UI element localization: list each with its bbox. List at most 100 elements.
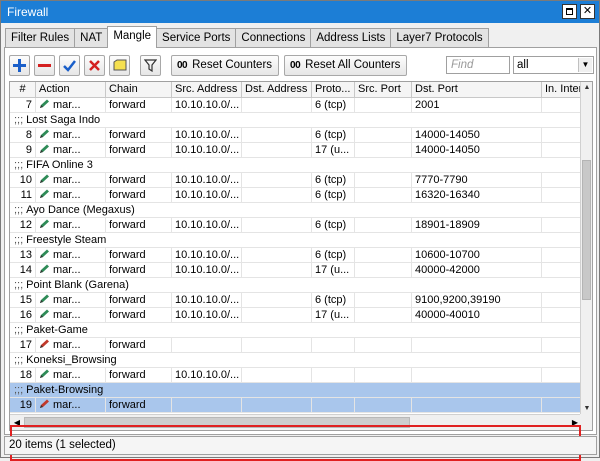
table-row[interactable]: 15 mar... forward 10.10.10.0/... 6 (tcp) 9100… (10, 293, 582, 308)
check-icon (63, 59, 76, 72)
col-action-cell: mar... (36, 398, 106, 413)
col-src-port-cell (355, 173, 412, 188)
col-action-cell: mar... (36, 188, 106, 203)
tab-filter-rules[interactable]: Filter Rules (5, 28, 76, 48)
table-row[interactable]: 8 mar... forward 10.10.10.0/... 6 (tcp) 14000… (10, 128, 582, 143)
tab-service-ports[interactable]: Service Ports (156, 28, 237, 48)
col-number-cell: 16 (10, 308, 36, 323)
col-in-interface-header[interactable]: In. Inter... (542, 82, 582, 98)
comment-row[interactable]: ;;; Point Blank (Garena) (10, 278, 582, 293)
note-icon (113, 59, 126, 71)
col-protocol-cell: 6 (tcp) (312, 188, 355, 203)
col-protocol-cell (312, 368, 355, 383)
counter-icon: 00 (177, 59, 188, 71)
col-protocol-cell: 6 (tcp) (312, 248, 355, 263)
title-bar[interactable]: Firewall ✕ (1, 1, 599, 23)
col-src-port-cell (355, 248, 412, 263)
comment-row[interactable]: ;;; Paket-Browsing (10, 383, 582, 398)
col-src-address-cell: 10.10.10.0/... (172, 263, 242, 278)
comment-button[interactable] (109, 54, 130, 76)
remove-button[interactable] (34, 54, 55, 76)
col-number-header[interactable]: # (10, 82, 36, 98)
reset-all-counters-button[interactable]: 00 Reset All Counters (284, 54, 408, 76)
maximize-button[interactable] (562, 4, 577, 19)
scroll-up-icon[interactable]: ▲ (581, 82, 592, 94)
table-row[interactable]: 18 mar... forward 10.10.10.0/... (10, 368, 582, 383)
find-input[interactable]: Find (446, 56, 510, 74)
col-dst-address-cell (242, 188, 312, 203)
table-row[interactable]: 19 mar... forward (10, 398, 582, 413)
col-chain-cell: forward (106, 248, 172, 263)
disable-button[interactable] (84, 54, 105, 76)
vertical-scroll-thumb[interactable] (582, 160, 591, 300)
comment-row[interactable]: ;;; FIFA Online 3 (10, 158, 582, 173)
table-row[interactable]: 7 mar... forward 10.10.10.0/... 6 (tcp) 2001 (10, 98, 582, 113)
col-chain-cell: forward (106, 263, 172, 278)
close-button[interactable]: ✕ (580, 4, 595, 19)
rule-comment: ;;; Paket-Browsing (10, 383, 582, 398)
col-chain-cell: forward (106, 173, 172, 188)
tab-connections[interactable]: Connections (235, 28, 312, 48)
add-button[interactable] (9, 54, 30, 76)
action-text: mar... (53, 309, 81, 321)
col-action-header[interactable]: Action (36, 82, 106, 98)
tab-nat[interactable]: NAT (74, 28, 109, 48)
table-row[interactable]: 17 mar... forward (10, 338, 582, 353)
action-text: mar... (53, 129, 81, 141)
col-protocol-header[interactable]: Proto... (312, 82, 355, 98)
pencil-icon (40, 369, 49, 378)
col-protocol-cell: 6 (tcp) (312, 128, 355, 143)
col-protocol-cell: 6 (tcp) (312, 173, 355, 188)
action-text: mar... (53, 294, 81, 306)
horizontal-scroll-thumb[interactable] (24, 417, 410, 428)
filter-select[interactable]: all ▼ (513, 56, 594, 74)
table-row[interactable]: 14 mar... forward 10.10.10.0/... 17 (u... 400… (10, 263, 582, 278)
comment-text: FIFA Online 3 (26, 159, 93, 171)
reset-counters-button[interactable]: 00 Reset Counters (171, 54, 280, 76)
col-src-address-cell: 10.10.10.0/... (172, 128, 242, 143)
table-row[interactable]: 9 mar... forward 10.10.10.0/... 17 (u... 1400… (10, 143, 582, 158)
table-row[interactable]: 16 mar... forward 10.10.10.0/... 17 (u... 400… (10, 308, 582, 323)
table-row[interactable]: 12 mar... forward 10.10.10.0/... 6 (tcp) 1890… (10, 218, 582, 233)
col-src-address-header[interactable]: Src. Address (172, 82, 242, 98)
col-dst-port-header[interactable]: Dst. Port (412, 82, 542, 98)
scroll-left-icon[interactable]: ◀ (10, 415, 24, 430)
col-number-cell: 7 (10, 98, 36, 113)
col-dst-address-cell (242, 128, 312, 143)
col-chain-header[interactable]: Chain (106, 82, 172, 98)
table-row[interactable]: 11 mar... forward 10.10.10.0/... 6 (tcp) 1632… (10, 188, 582, 203)
comment-text: Paket-Game (26, 324, 88, 336)
vertical-scrollbar[interactable]: ▲ ▼ (580, 82, 592, 415)
comment-text: Koneksi_Browsing (26, 354, 117, 366)
col-dst-address-header[interactable]: Dst. Address (242, 82, 312, 98)
col-protocol-cell: 17 (u... (312, 143, 355, 158)
col-src-port-cell (355, 128, 412, 143)
action-text: mar... (53, 264, 81, 276)
pencil-icon (40, 264, 49, 273)
comment-row[interactable]: ;;; Ayo Dance (Megaxus) (10, 203, 582, 218)
filter-button[interactable] (140, 54, 161, 76)
action-text: mar... (53, 219, 81, 231)
col-number-cell: 13 (10, 248, 36, 263)
horizontal-scrollbar[interactable]: ◀ ▶ (10, 414, 582, 430)
col-action-cell: mar... (36, 173, 106, 188)
col-src-port-header[interactable]: Src. Port (355, 82, 412, 98)
rule-comment: ;;; Point Blank (Garena) (10, 278, 582, 293)
enable-button[interactable] (59, 54, 80, 76)
col-src-address-cell: 10.10.10.0/... (172, 248, 242, 263)
tab-mangle[interactable]: Mangle (107, 26, 158, 48)
tab-address-lists[interactable]: Address Lists (310, 28, 392, 48)
comment-row[interactable]: ;;; Lost Saga Indo (10, 113, 582, 128)
col-dst-port-cell: 14000-14050 (412, 143, 542, 158)
col-dst-port-cell: 40000-42000 (412, 263, 542, 278)
chevron-down-icon[interactable]: ▼ (578, 58, 592, 72)
col-dst-address-cell (242, 143, 312, 158)
comment-row[interactable]: ;;; Freestyle Steam (10, 233, 582, 248)
table-row[interactable]: 10 mar... forward 10.10.10.0/... 6 (tcp) 7770… (10, 173, 582, 188)
col-action-cell: mar... (36, 263, 106, 278)
table-row[interactable]: 13 mar... forward 10.10.10.0/... 6 (tcp) 1060… (10, 248, 582, 263)
comment-row[interactable]: ;;; Paket-Game (10, 323, 582, 338)
comment-row[interactable]: ;;; Koneksi_Browsing (10, 353, 582, 368)
col-number-cell: 17 (10, 338, 36, 353)
tab-layer7-protocols[interactable]: Layer7 Protocols (390, 28, 489, 48)
